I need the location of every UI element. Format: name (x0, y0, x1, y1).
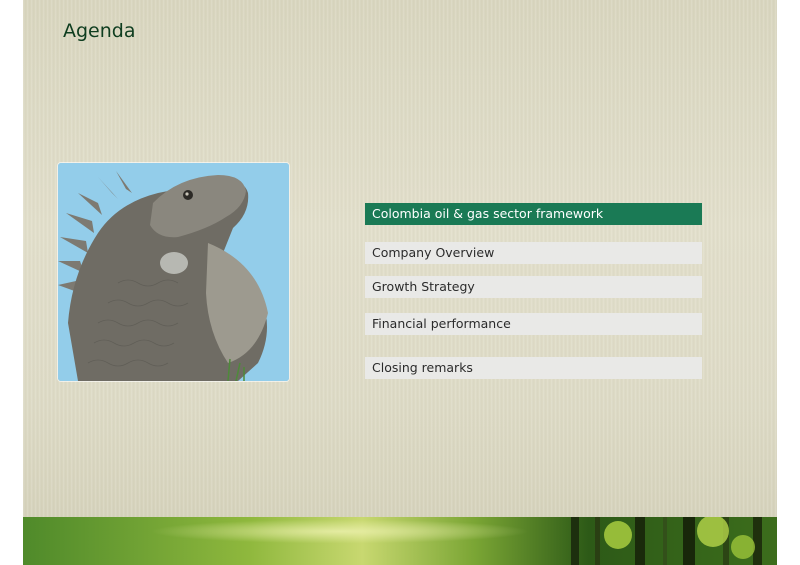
agenda-item-label: Closing remarks (372, 360, 473, 375)
agenda-item-closing-remarks[interactable]: Closing remarks (365, 357, 702, 379)
agenda-item-label: Colombia oil & gas sector framework (372, 206, 604, 221)
green-forest-banner (23, 517, 777, 565)
agenda-item-company-overview[interactable]: Company Overview (365, 242, 702, 264)
agenda-item-label: Financial performance (372, 316, 511, 331)
slide-title: Agenda (63, 20, 136, 42)
agenda-item-financial-performance[interactable]: Financial performance (365, 313, 702, 335)
agenda-item-label: Growth Strategy (372, 279, 475, 294)
iguana-photo (58, 163, 289, 381)
slide: Agenda Colombia oil & gas sector framewo… (23, 0, 777, 565)
agenda-item-label: Company Overview (372, 245, 495, 260)
agenda-item-colombia-oil-gas[interactable]: Colombia oil & gas sector framework (365, 203, 702, 225)
agenda-item-growth-strategy[interactable]: Growth Strategy (365, 276, 702, 298)
